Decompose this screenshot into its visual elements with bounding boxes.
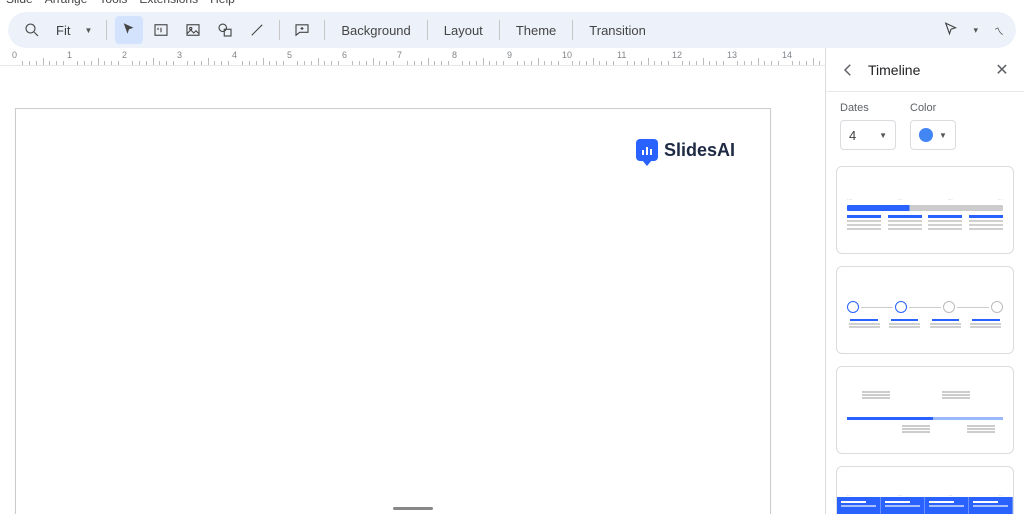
close-button[interactable]: ✕ [992, 60, 1012, 80]
comment-tool[interactable] [288, 16, 316, 44]
select-tool[interactable] [115, 16, 143, 44]
collapse-toolbar-icon[interactable]: ㄟ [986, 16, 1006, 44]
color-select[interactable]: ▼ [910, 120, 956, 150]
slidesai-logo-text: SlidesAI [664, 140, 735, 161]
timeline-template-1[interactable]: ················ [836, 166, 1014, 254]
background-button[interactable]: Background [333, 16, 418, 44]
dates-label: Dates [840, 102, 896, 114]
theme-button[interactable]: Theme [508, 16, 564, 44]
zoom-label: Fit [56, 23, 70, 38]
slidesai-logo-icon [636, 139, 658, 161]
shape-tool[interactable] [211, 16, 239, 44]
pointer-dropdown-icon[interactable]: ▾ [973, 25, 978, 36]
back-button[interactable] [838, 60, 858, 80]
slide-canvas[interactable]: SlidesAI [15, 108, 771, 514]
color-label: Color [910, 102, 956, 114]
color-swatch [919, 128, 933, 142]
timeline-template-4[interactable]: ············ [836, 466, 1014, 514]
dates-select[interactable]: 4 ▼ [840, 120, 896, 150]
side-panel-header: Timeline ✕ [826, 48, 1024, 92]
timeline-template-2[interactable] [836, 266, 1014, 354]
textbox-tool[interactable] [147, 16, 175, 44]
timeline-templates-list[interactable]: ················ [826, 158, 1024, 514]
side-panel-title: Timeline [868, 62, 982, 78]
dropdown-icon: ▼ [879, 131, 887, 140]
horizontal-ruler: 01234567891011121314 [0, 48, 825, 66]
toolbar: Fit ▼ Background [8, 12, 1016, 48]
dropdown-icon: ▼ [84, 26, 92, 35]
search-menus-icon[interactable] [18, 16, 46, 44]
pointer-tool[interactable] [937, 16, 965, 44]
speaker-notes-handle[interactable] [393, 507, 433, 510]
menu-bar: Slide Arrange Tools Extensions Help [0, 0, 1024, 8]
timeline-template-3[interactable] [836, 366, 1014, 454]
layout-button[interactable]: Layout [436, 16, 491, 44]
image-tool[interactable] [179, 16, 207, 44]
dropdown-icon: ▼ [939, 131, 947, 140]
zoom-select[interactable]: Fit ▼ [50, 23, 98, 38]
dates-value: 4 [849, 128, 856, 143]
slidesai-logo: SlidesAI [636, 139, 735, 161]
canvas-area: 01234567891011121314 SlidesAI [0, 48, 825, 514]
side-panel: Timeline ✕ Dates 4 ▼ Color ▼ [825, 48, 1024, 514]
line-tool[interactable] [243, 16, 271, 44]
transition-button[interactable]: Transition [581, 16, 654, 44]
